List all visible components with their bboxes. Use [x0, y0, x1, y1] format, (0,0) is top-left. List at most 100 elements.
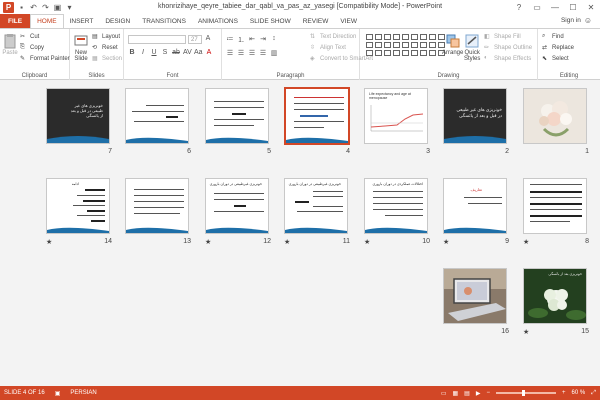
slide-thumbnail-2[interactable]: خونریزی های غیر طبیعی در قبل و بعد از یا…	[443, 88, 507, 144]
shape-item[interactable]	[402, 34, 409, 40]
shape-item[interactable]	[384, 42, 391, 48]
shape-item[interactable]	[375, 42, 382, 48]
zoom-out-icon[interactable]: −	[486, 390, 490, 396]
slide-8-animation-star[interactable]: ★	[523, 238, 529, 246]
justify-icon[interactable]: ☰	[259, 49, 267, 57]
slide-thumbnail-15[interactable]: خونریزی بعد از یائسگی	[523, 268, 587, 324]
shape-item[interactable]	[393, 42, 400, 48]
tab-design[interactable]: DESIGN	[99, 14, 136, 28]
customize-qat-icon[interactable]: ▾	[65, 3, 74, 12]
columns-icon[interactable]: ▥	[270, 49, 278, 57]
slide-thumbnail-5[interactable]	[205, 88, 269, 144]
align-center-icon[interactable]: ☰	[237, 49, 245, 57]
shape-item[interactable]	[384, 50, 391, 56]
shape-item[interactable]	[420, 34, 427, 40]
shape-fill-button[interactable]: ◧ Shape Fill	[484, 33, 521, 41]
bold-icon[interactable]: B	[128, 49, 136, 56]
section-button[interactable]: ▦ Section	[92, 55, 122, 63]
shape-item[interactable]	[411, 50, 418, 56]
shape-item[interactable]	[393, 50, 400, 56]
shadow-icon[interactable]: S	[161, 49, 169, 56]
slide-thumbnail-8[interactable]	[523, 178, 587, 234]
select-button[interactable]: ⬉ Select	[542, 55, 569, 63]
tab-transitions[interactable]: TRANSITIONS	[136, 14, 192, 28]
close-button[interactable]: ✕	[582, 0, 600, 14]
shape-item[interactable]	[366, 42, 373, 48]
slide-thumbnail-4[interactable]	[284, 87, 350, 145]
fit-to-window-icon[interactable]: ⤢	[591, 390, 596, 397]
shape-item[interactable]	[420, 50, 427, 56]
slide-9-animation-star[interactable]: ★	[443, 238, 449, 246]
slide-thumbnail-16[interactable]	[443, 268, 507, 324]
shape-item[interactable]	[366, 34, 373, 40]
decrease-indent-icon[interactable]: ⇤	[248, 35, 256, 45]
tab-file[interactable]: FILE	[0, 14, 31, 28]
copy-button[interactable]: ⎘ Copy	[20, 44, 44, 51]
zoom-in-icon[interactable]: +	[562, 390, 566, 396]
shape-outline-button[interactable]: ✏ Shape Outline	[484, 44, 532, 52]
font-size-box[interactable]: 27	[188, 35, 202, 44]
grow-font-icon[interactable]: A	[204, 35, 212, 42]
sign-in[interactable]: Sign in ☺	[561, 16, 592, 25]
strikethrough-icon[interactable]: ab	[172, 49, 180, 56]
feedback-smile-icon[interactable]: ☺	[584, 16, 592, 25]
ribbon-display-button[interactable]: ▭	[528, 0, 546, 14]
help-button[interactable]: ?	[510, 0, 528, 14]
zoom-slider[interactable]	[495, 390, 556, 396]
quick-styles-button[interactable]: Quick Styles	[464, 33, 480, 62]
align-text-button[interactable]: ⇳ Align Text	[310, 44, 346, 52]
shape-item[interactable]	[402, 50, 409, 56]
zoom-slider-knob[interactable]	[521, 390, 525, 396]
align-right-icon[interactable]: ☰	[248, 49, 256, 57]
replace-button[interactable]: ⇄ Replace	[542, 44, 574, 52]
line-spacing-icon[interactable]: ↕	[270, 35, 278, 45]
shapes-gallery[interactable]	[366, 34, 445, 56]
shape-item[interactable]	[429, 42, 436, 48]
reset-button[interactable]: ⟲ Reset	[92, 44, 118, 52]
undo-icon[interactable]: ↶	[29, 3, 38, 12]
shape-item[interactable]	[402, 42, 409, 48]
tab-home[interactable]: HOME	[30, 14, 64, 28]
numbering-icon[interactable]: ⒈	[237, 35, 245, 45]
cut-button[interactable]: ✂ Cut	[20, 33, 39, 41]
slide-11-animation-star[interactable]: ★	[284, 238, 290, 246]
save-icon[interactable]: ▪	[17, 3, 26, 12]
find-button[interactable]: ⌕ Find	[542, 33, 564, 40]
shape-item[interactable]	[384, 34, 391, 40]
normal-view-icon[interactable]: ▭	[441, 390, 447, 397]
tab-insert[interactable]: INSERT	[64, 14, 100, 28]
slide-12-animation-star[interactable]: ★	[205, 238, 211, 246]
italic-icon[interactable]: I	[139, 49, 147, 56]
tab-animations[interactable]: ANIMATIONS	[192, 14, 244, 28]
language-indicator[interactable]: PERSIAN	[70, 390, 96, 396]
shape-item[interactable]	[393, 34, 400, 40]
shape-item[interactable]	[375, 34, 382, 40]
font-name-box[interactable]	[128, 35, 186, 44]
shape-effects-button[interactable]: ◐ Shape Effects	[484, 55, 531, 62]
reading-view-icon[interactable]: ▤	[464, 390, 470, 397]
paste-button[interactable]: Paste	[2, 33, 18, 56]
redo-icon[interactable]: ↷	[41, 3, 50, 12]
shape-item[interactable]	[429, 34, 436, 40]
shape-item[interactable]	[429, 50, 436, 56]
format-painter-button[interactable]: ✎ Format Painter	[20, 55, 70, 63]
zoom-level[interactable]: 60 %	[572, 390, 586, 396]
shape-item[interactable]	[366, 50, 373, 56]
shape-item[interactable]	[420, 42, 427, 48]
slide-thumbnail-3[interactable]: Life expectancy and age at menopause	[364, 88, 428, 144]
layout-button[interactable]: ▤ Layout	[92, 33, 120, 41]
slide-thumbnail-1[interactable]	[523, 88, 587, 144]
change-case-icon[interactable]: Aa	[194, 49, 203, 56]
slide-15-animation-star[interactable]: ★	[523, 328, 529, 336]
arrange-button[interactable]: Arrange	[442, 33, 463, 56]
increase-indent-icon[interactable]: ⇥	[259, 35, 267, 45]
slideshow-view-icon[interactable]: ▶	[476, 390, 481, 397]
slide-thumbnail-12[interactable]: خونریزی غیرطبیعی در دوران باروری	[205, 178, 269, 234]
slide-thumbnail-9[interactable]: تعاریف	[443, 178, 507, 234]
shape-item[interactable]	[411, 42, 418, 48]
char-spacing-icon[interactable]: AV	[183, 49, 192, 56]
slide-thumbnail-13[interactable]	[125, 178, 189, 234]
shape-item[interactable]	[411, 34, 418, 40]
slide-thumbnail-11[interactable]: خونریزی غیرطبیعی در دوران باروری	[284, 178, 348, 234]
start-slideshow-icon[interactable]: ▣	[53, 3, 62, 12]
